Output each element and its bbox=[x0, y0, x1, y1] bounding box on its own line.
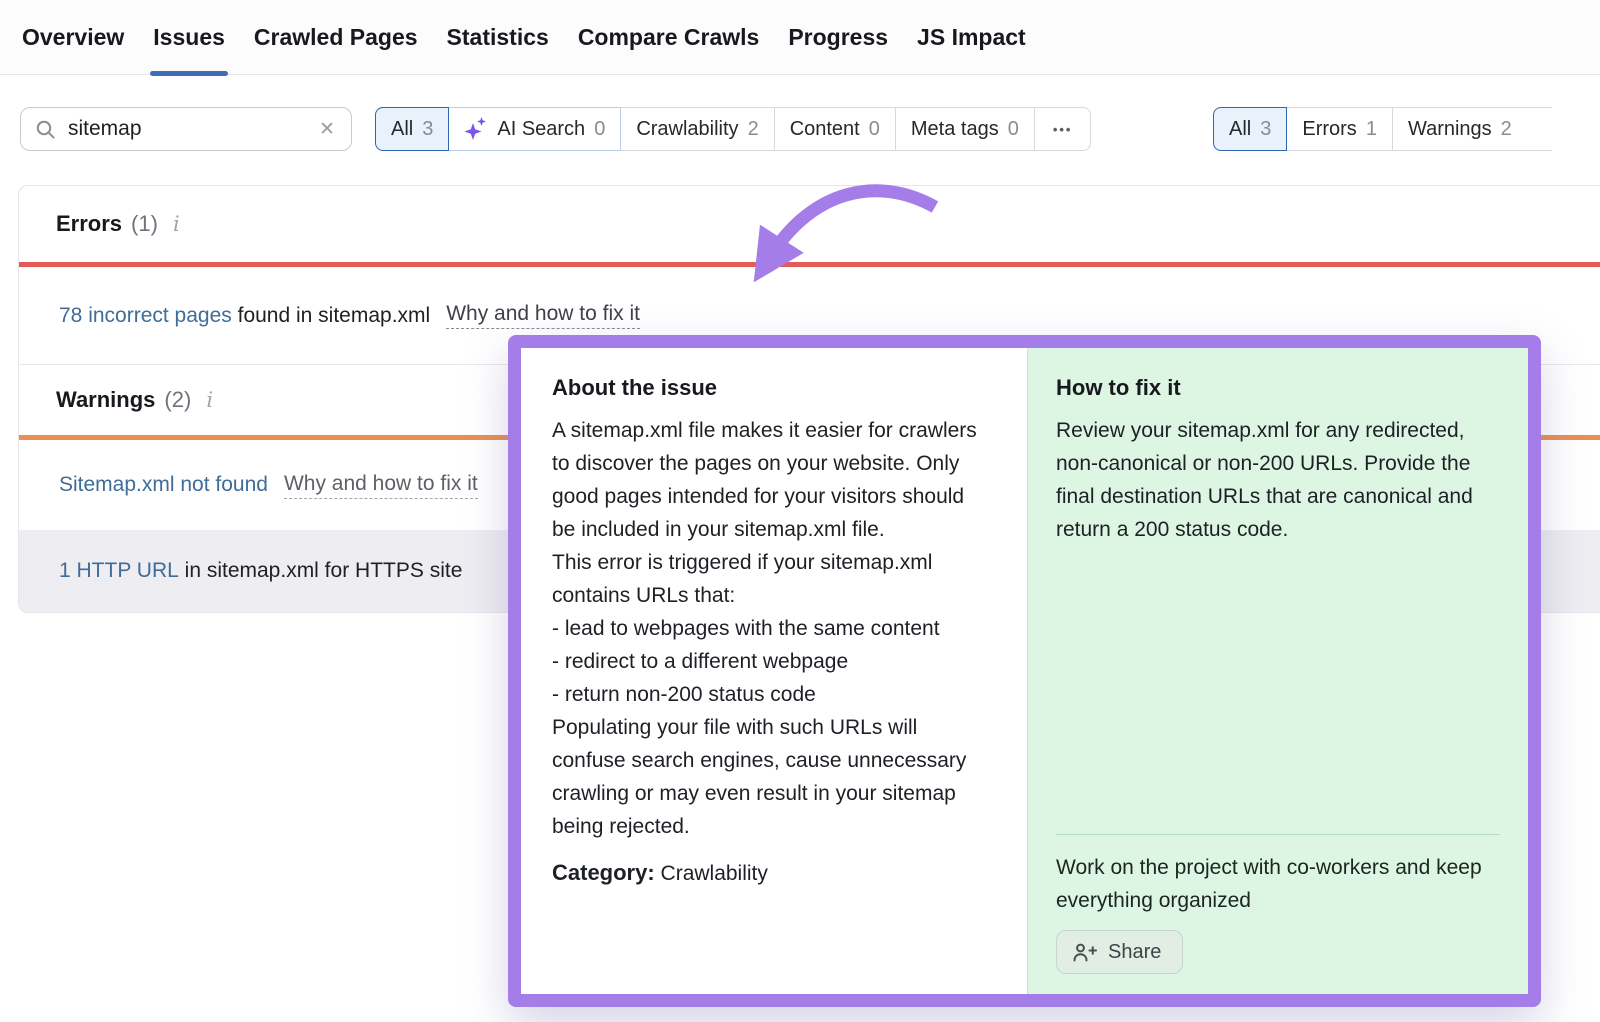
ai-sparkle-icon bbox=[464, 116, 488, 142]
filter-warnings[interactable]: Warnings 2 bbox=[1392, 107, 1552, 151]
errors-count: (1) bbox=[131, 211, 158, 237]
share-button[interactable]: Share bbox=[1056, 930, 1183, 974]
fix-title: How to fix it bbox=[1056, 375, 1500, 401]
search-value: sitemap bbox=[68, 117, 315, 141]
filter-errors[interactable]: Errors 1 bbox=[1286, 107, 1393, 151]
more-filters-button[interactable]: ••• bbox=[1034, 107, 1092, 151]
tab-progress[interactable]: Progress bbox=[788, 0, 888, 75]
issue-link[interactable]: 78 incorrect pages bbox=[59, 304, 232, 328]
filter-all-severities[interactable]: All 3 bbox=[1213, 107, 1287, 151]
about-title: About the issue bbox=[552, 375, 993, 401]
why-how-to-fix-link[interactable]: Why and how to fix it bbox=[284, 472, 478, 499]
person-add-icon bbox=[1073, 943, 1097, 962]
ellipsis-icon: ••• bbox=[1053, 122, 1073, 137]
issue-details-popup: About the issue A sitemap.xml file makes… bbox=[508, 335, 1541, 1007]
filter-ai-search[interactable]: AI Search 0 bbox=[448, 107, 621, 151]
fix-panel-divider bbox=[1056, 834, 1500, 835]
tab-js-impact[interactable]: JS Impact bbox=[917, 0, 1026, 75]
fix-body: Review your sitemap.xml for any redirect… bbox=[1056, 414, 1500, 546]
filter-meta-tags[interactable]: Meta tags 0 bbox=[895, 107, 1035, 151]
about-body: A sitemap.xml file makes it easier for c… bbox=[552, 414, 993, 843]
filter-all-categories[interactable]: All 3 bbox=[375, 107, 449, 151]
tab-statistics[interactable]: Statistics bbox=[447, 0, 549, 75]
why-how-to-fix-link[interactable]: Why and how to fix it bbox=[446, 302, 640, 329]
errors-title: Errors bbox=[56, 211, 122, 237]
filter-crawlability[interactable]: Crawlability 2 bbox=[620, 107, 774, 151]
active-tab-indicator bbox=[150, 71, 228, 76]
tab-crawled-pages[interactable]: Crawled Pages bbox=[254, 0, 418, 75]
issue-link[interactable]: 1 HTTP URL bbox=[59, 559, 179, 583]
errors-info-icon[interactable]: i bbox=[173, 212, 180, 236]
warnings-count: (2) bbox=[164, 387, 191, 413]
errors-section-header: Errors (1) i bbox=[19, 186, 1600, 262]
filter-content[interactable]: Content 0 bbox=[774, 107, 896, 151]
how-to-fix-panel: How to fix it Review your sitemap.xml fo… bbox=[1027, 348, 1528, 994]
search-icon bbox=[35, 119, 56, 140]
share-promo-text: Work on the project with co-workers and … bbox=[1056, 851, 1500, 917]
category-filter-group: All 3 AI Search 0 Crawlability 2 Content… bbox=[375, 107, 1091, 151]
search-input[interactable]: sitemap ✕ bbox=[20, 107, 352, 151]
tab-compare-crawls[interactable]: Compare Crawls bbox=[578, 0, 760, 75]
site-audit-issues-page: Overview Issues Crawled Pages Statistics… bbox=[0, 0, 1600, 1022]
warnings-title: Warnings bbox=[56, 387, 155, 413]
tab-overview[interactable]: Overview bbox=[22, 0, 124, 75]
clear-search-icon[interactable]: ✕ bbox=[315, 118, 339, 141]
about-the-issue-panel: About the issue A sitemap.xml file makes… bbox=[521, 348, 1027, 994]
warnings-info-icon[interactable]: i bbox=[206, 388, 213, 412]
tab-issues[interactable]: Issues bbox=[153, 0, 225, 75]
issue-link[interactable]: Sitemap.xml not found bbox=[59, 473, 268, 497]
category-line: Category: Crawlability bbox=[552, 860, 993, 886]
severity-filter-group: All 3 Errors 1 Warnings 2 bbox=[1213, 107, 1552, 151]
top-navigation: Overview Issues Crawled Pages Statistics… bbox=[0, 0, 1600, 75]
